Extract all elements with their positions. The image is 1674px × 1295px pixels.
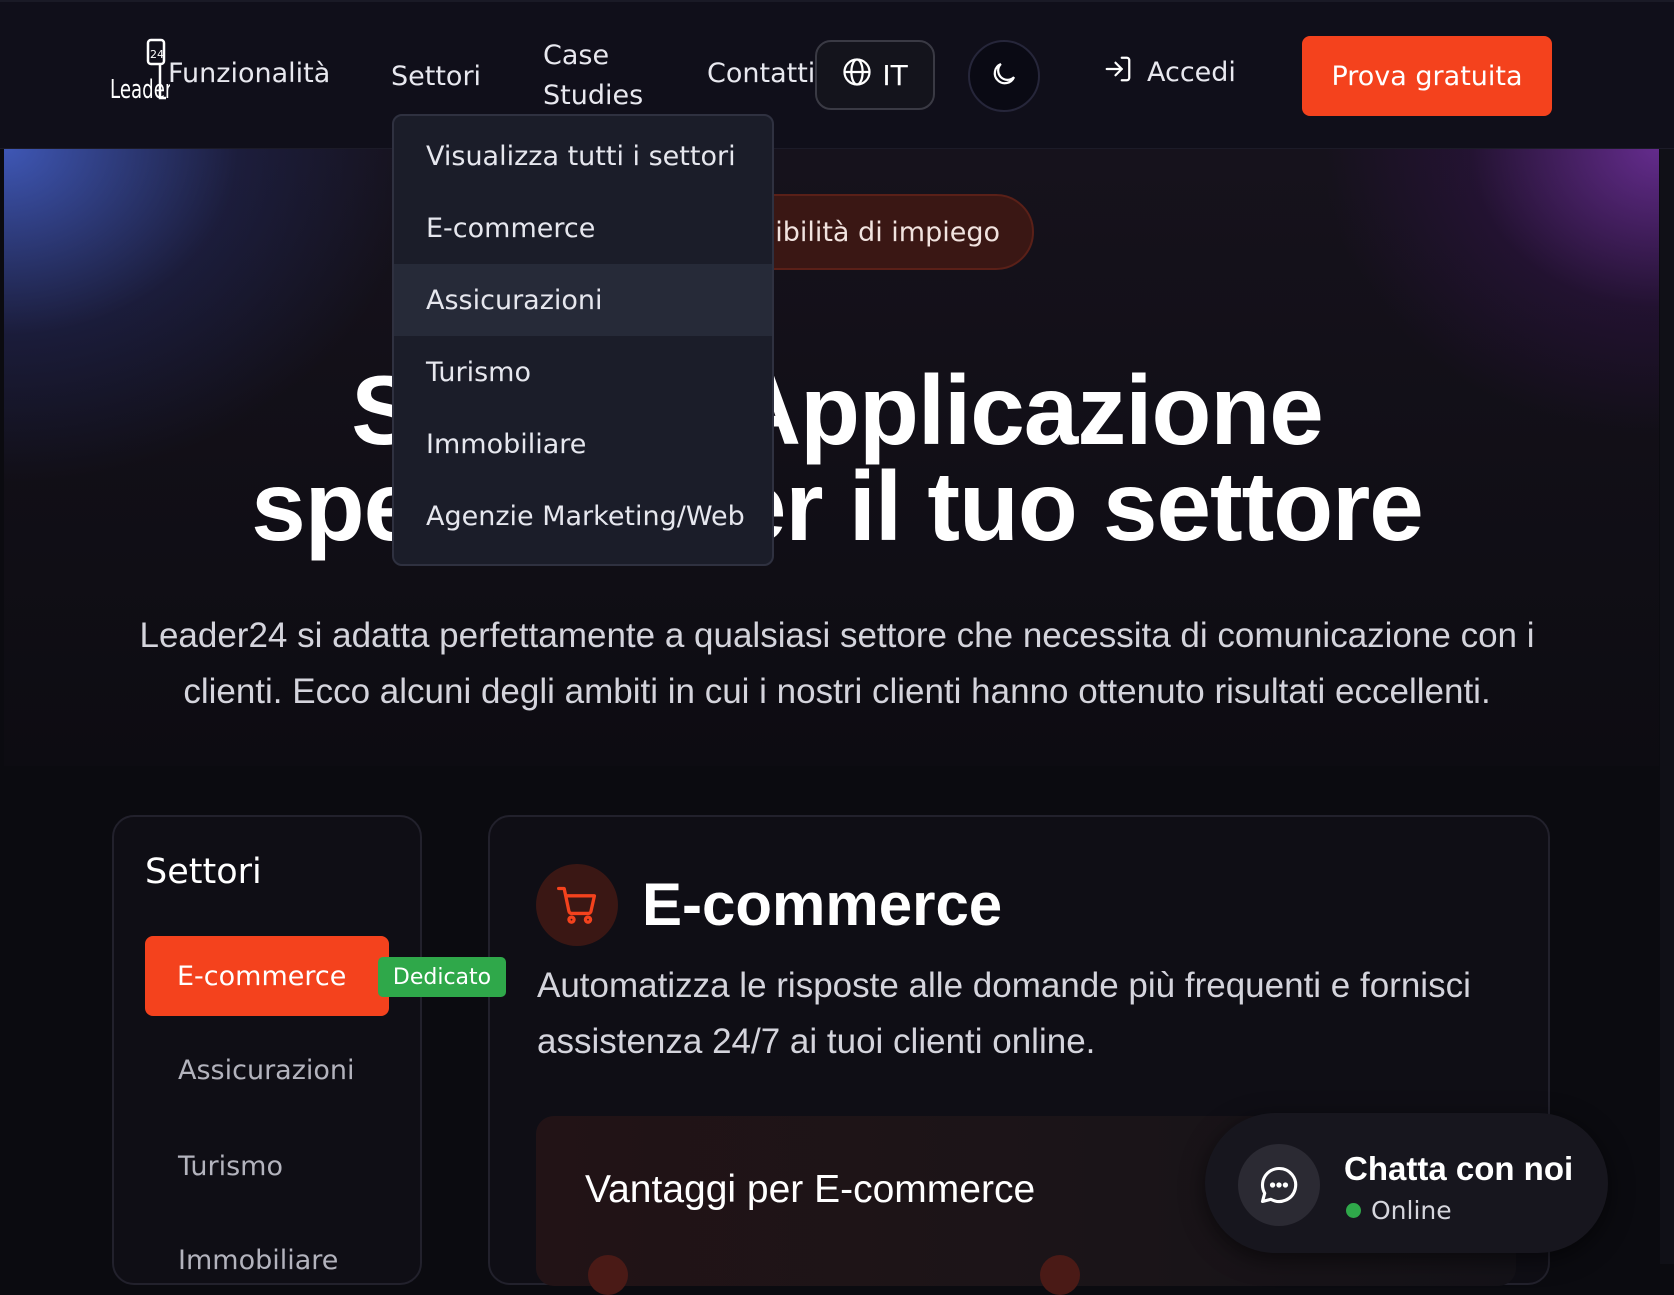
sidebar-title: Settori [145,852,262,892]
page-edge [1660,0,1674,1264]
chat-bubble-icon[interactable] [1238,1144,1320,1226]
login-label: Accedi [1147,57,1236,88]
sector-title: E-commerce [642,871,1003,938]
hero-title-line1: S Applicazione [351,355,1324,465]
dropdown-item-real-estate[interactable]: Immobiliare [394,408,772,480]
nav-case-studies[interactable]: Case Studies [543,36,643,116]
advantage-icon [588,1255,628,1295]
sectors-dropdown-menu: Visualizza tutti i settori E-commerce As… [392,114,774,566]
login-link[interactable]: Accedi [1103,54,1236,91]
logo-icon[interactable]: 24 Leader [110,36,173,105]
nav-sectors[interactable]: Settori [391,57,481,97]
dropdown-item-ecommerce[interactable]: E-commerce [394,192,772,264]
dropdown-item-tourism[interactable]: Turismo [394,336,772,408]
sector-description: Automatizza le risposte alle domande più… [537,966,1471,1061]
online-status-dot [1346,1203,1361,1218]
dedicated-tag: Dedicato [378,957,506,997]
dropdown-item-insurance[interactable]: Assicurazioni [394,264,772,336]
advantages-title: Vantaggi per E-commerce [585,1168,1036,1211]
language-label: IT [882,58,908,92]
hero-title: S Applicazione spe er il tuo settore [0,355,1674,561]
moon-icon [989,59,1019,93]
free-trial-button[interactable]: Prova gratuita [1302,36,1552,116]
language-button[interactable]: IT [815,40,935,110]
top-header: 24 Leader Funzionalità Settori Case Stud… [0,0,1674,149]
nav-features[interactable]: Funzionalità [168,54,330,94]
cart-icon [536,864,618,946]
hero-subtitle: Leader24 si adatta perfettamente a quals… [139,616,1535,711]
sidebar-item-tourism[interactable]: Turismo [178,1151,283,1182]
theme-toggle-button[interactable] [968,40,1040,112]
advantage-icon [1040,1255,1080,1295]
svg-text:24: 24 [150,48,164,61]
chat-status: Online [1346,1196,1452,1225]
dropdown-item-marketing-agencies[interactable]: Agenzie Marketing/Web [394,480,772,552]
globe-icon [842,57,872,94]
login-icon [1103,54,1133,91]
sidebar-item-insurance[interactable]: Assicurazioni [178,1055,355,1086]
chat-title: Chatta con noi [1344,1150,1574,1187]
hero-title-line2: spe er il tuo settore [251,451,1424,561]
chat-status-label: Online [1371,1196,1452,1225]
nav-contacts[interactable]: Contatti [707,54,815,94]
sidebar-item-real-estate[interactable]: Immobiliare [178,1245,338,1276]
dropdown-item-all-sectors[interactable]: Visualizza tutti i settori [394,120,772,192]
sidebar-item-ecommerce[interactable]: E-commerce [145,936,389,1016]
